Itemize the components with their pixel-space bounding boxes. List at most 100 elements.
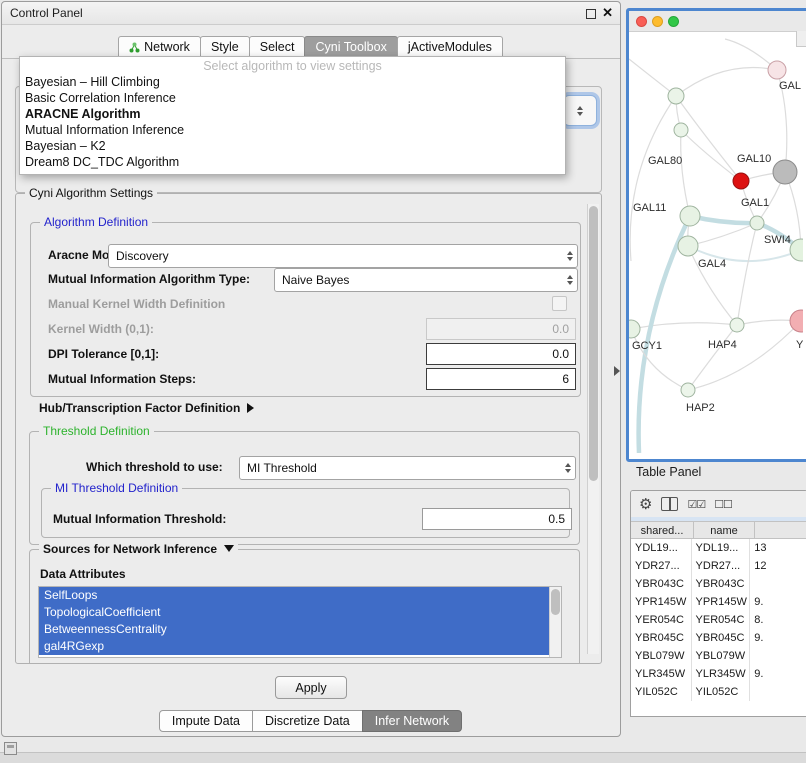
network-node[interactable] [730,318,744,332]
algorithm-option[interactable]: Basic Correlation Inference [20,90,565,106]
table-panel-window: ⚙ ☑☑ ☐☐ shared... name YDL19...YDL19...1… [630,490,806,717]
algorithm-combo-stepper[interactable] [563,95,597,126]
aracne-mode-combo[interactable]: Discovery [108,244,578,268]
gear-icon[interactable]: ⚙ [639,497,652,512]
mi-algorithm-type-combo[interactable]: Naive Bayes [274,268,578,292]
list-scrollbar[interactable] [549,587,561,657]
network-node[interactable] [733,173,749,189]
network-node-label: Y [796,339,803,351]
manual-kernel-width-checkbox[interactable] [552,296,567,311]
tab-cyni-toolbox[interactable]: Cyni Toolbox [304,36,397,58]
apply-button[interactable]: Apply [275,676,347,699]
dpi-tolerance-field[interactable]: 0.0 [426,343,576,365]
bottom-tab-discretize-data[interactable]: Discretize Data [252,710,363,732]
table-cell: YBL079W [631,647,692,665]
close-traffic-light-icon[interactable] [636,16,647,27]
network-node[interactable] [750,216,764,230]
table-row[interactable]: YDR27...YDR27...12 [631,557,806,575]
table-row[interactable]: YPR145WYPR145W9. [631,593,806,611]
data-attribute-item[interactable]: BetweennessCentrality [39,621,550,638]
sources-group-toggle[interactable]: Sources for Network Inference [39,542,238,556]
settings-scrollbar-thumb[interactable] [589,206,598,481]
close-icon[interactable]: ✕ [602,5,613,21]
algorithm-option[interactable]: Mutual Information Inference [20,122,565,138]
which-threshold-combo[interactable]: MI Threshold [239,456,576,480]
data-attribute-item[interactable]: gal4RGexp [39,638,550,655]
float-window-icon[interactable] [586,9,596,19]
tab-style[interactable]: Style [200,36,250,58]
network-node-label: HAP4 [708,339,737,351]
algorithm-option[interactable]: Bayesian – Hill Climbing [20,74,565,90]
table-row[interactable]: YDL19...YDL19...13 [631,539,806,557]
table-cell: 9. [750,665,806,683]
column-header[interactable]: name [693,521,755,539]
control-panel-window: Control Panel ✕ Network Style Select Cyni T… [1,1,621,737]
network-node[interactable] [629,320,640,338]
tab-select[interactable]: Select [249,36,306,58]
settings-scrollbar[interactable] [587,204,599,654]
network-node[interactable] [674,123,688,137]
data-attribute-item[interactable]: TopologicalCoefficient [39,604,550,621]
column-header[interactable]: shared... [630,521,694,539]
table-row[interactable]: YIL052CYIL052C [631,683,806,701]
minimized-panel-icon[interactable] [4,742,17,755]
settings-group-title: Cyni Algorithm Settings [25,186,157,200]
network-scrollbar-stub[interactable] [796,31,806,47]
deselect-all-columns-icon[interactable]: ☐☐ [714,498,732,511]
list-scrollbar-thumb[interactable] [551,589,560,615]
network-node-label: GAL4 [698,258,726,270]
network-node[interactable] [773,160,797,184]
zoom-traffic-light-icon[interactable] [668,16,679,27]
table-row[interactable]: YBL079WYBL079W [631,647,806,665]
aracne-mode-value: Discovery [116,249,169,263]
table-row[interactable]: YBR043CYBR043C [631,575,806,593]
algorithm-option[interactable]: ARACNE Algorithm [20,106,565,122]
hub-section-label: Hub/Transcription Factor Definition [39,401,240,415]
kernel-width-field[interactable]: 0.0 [426,318,576,340]
mi-threshold-field[interactable]: 0.5 [422,508,572,530]
column-header[interactable] [754,521,806,539]
network-window-titlebar[interactable] [629,11,806,32]
network-node[interactable] [790,310,803,332]
algorithm-option[interactable]: Bayesian – K2 [20,138,565,154]
algorithm-option[interactable]: Dream8 DC_TDC Algorithm [20,154,565,170]
tab-label: Network [144,37,190,57]
network-view-window[interactable]: GALGAL80GAL10GAL11GAL1SWI4GAL4HAP4GCY1YH… [626,8,806,462]
table-row[interactable]: YBR045CYBR045C9. [631,629,806,647]
table-row[interactable]: YLR345WYLR345W9. [631,665,806,683]
network-node[interactable] [768,61,786,79]
tab-label: jActiveModules [408,37,492,57]
mi-steps-field[interactable]: 6 [426,368,576,390]
tab-label: Select [260,37,295,57]
sources-group: Sources for Network Inference Data Attri… [29,549,580,663]
table-cell: YLR345W [631,665,692,683]
network-edge [629,59,676,96]
network-edge [737,223,757,325]
minimize-traffic-light-icon[interactable] [652,16,663,27]
table-cell [750,647,806,665]
mi-threshold-group: MI Threshold Definition Mutual Informati… [41,488,570,538]
network-canvas[interactable]: GALGAL80GAL10GAL11GAL1SWI4GAL4HAP4GCY1YH… [629,31,803,453]
hub-section-toggle[interactable]: Hub/Transcription Factor Definition [39,401,254,415]
network-node[interactable] [668,88,684,104]
tab-jactivemodules[interactable]: jActiveModules [397,36,503,58]
bottom-tab-impute-data[interactable]: Impute Data [159,710,253,732]
panel-divider-arrow-icon[interactable] [614,366,620,376]
table-toolbar: ⚙ ☑☑ ☐☐ [631,491,806,517]
data-attribute-item[interactable]: SelfLoops [39,587,550,604]
network-edge [688,223,757,246]
network-node[interactable] [680,206,700,226]
network-node[interactable] [681,383,695,397]
table-row[interactable]: YER054CYER054C8. [631,611,806,629]
bottom-tab-infer-network[interactable]: Infer Network [362,710,462,732]
table-cell: 8. [750,611,806,629]
dpi-tolerance-label: DPI Tolerance [0,1]: [48,347,159,361]
network-node-label: GAL10 [737,153,771,165]
select-all-columns-icon[interactable]: ☑☑ [687,498,705,511]
columns-icon[interactable] [661,497,678,511]
data-attributes-list[interactable]: SelfLoopsTopologicalCoefficientBetweenne… [38,586,562,658]
mi-steps-label: Mutual Information Steps: [48,372,196,386]
network-node[interactable] [678,236,698,256]
control-panel-titlebar[interactable]: Control Panel ✕ [2,2,620,25]
tab-network[interactable]: Network [118,36,201,58]
